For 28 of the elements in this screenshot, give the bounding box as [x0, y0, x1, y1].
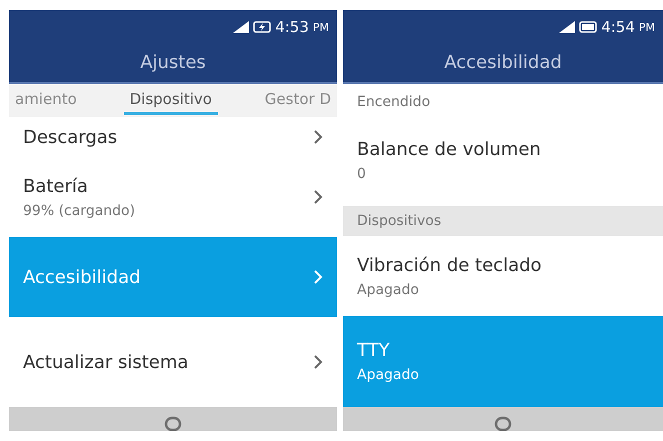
- setting-title: TTY: [357, 340, 391, 361]
- setting-value: Encendido: [357, 94, 430, 110]
- screen-title: Ajustes: [9, 44, 337, 84]
- tab[interactable]: Dispositivo: [124, 86, 218, 115]
- settings-row[interactable]: Encendido: [343, 84, 663, 120]
- setting-value: 99% (cargando): [23, 202, 136, 218]
- signal-icon: [559, 21, 576, 33]
- setting-value: Apagado: [357, 367, 420, 383]
- clock-time: 4:53: [275, 18, 309, 36]
- setting-title: Vibración de teclado: [357, 254, 543, 276]
- setting-title: Actualizar sistema: [23, 352, 190, 372]
- clock-meridiem: PM: [638, 20, 655, 34]
- settings-row[interactable]: Balance de volumen 0: [343, 120, 663, 200]
- setting-value: Apagado: [357, 282, 420, 298]
- setting-value: 0: [357, 166, 367, 182]
- clock-meridiem: PM: [312, 20, 329, 34]
- setting-title: Batería: [23, 176, 89, 196]
- settings-row[interactable]: Actualizar sistema: [9, 317, 337, 407]
- setting-title: Balance de volumen: [357, 138, 542, 160]
- setting-title: Accesibilidad: [23, 266, 142, 288]
- settings-row[interactable]: Batería 99% (cargando): [9, 157, 337, 237]
- settings-row[interactable]: Descargas: [9, 117, 337, 157]
- signal-icon: [233, 21, 250, 33]
- screen-title: Accesibilidad: [343, 44, 663, 84]
- clock-time: 4:54: [601, 18, 635, 36]
- setting-title: Descargas: [23, 126, 118, 148]
- section-header: Dispositivos: [343, 206, 663, 236]
- settings-row[interactable]: Vibración de teclado Apagado: [343, 236, 663, 316]
